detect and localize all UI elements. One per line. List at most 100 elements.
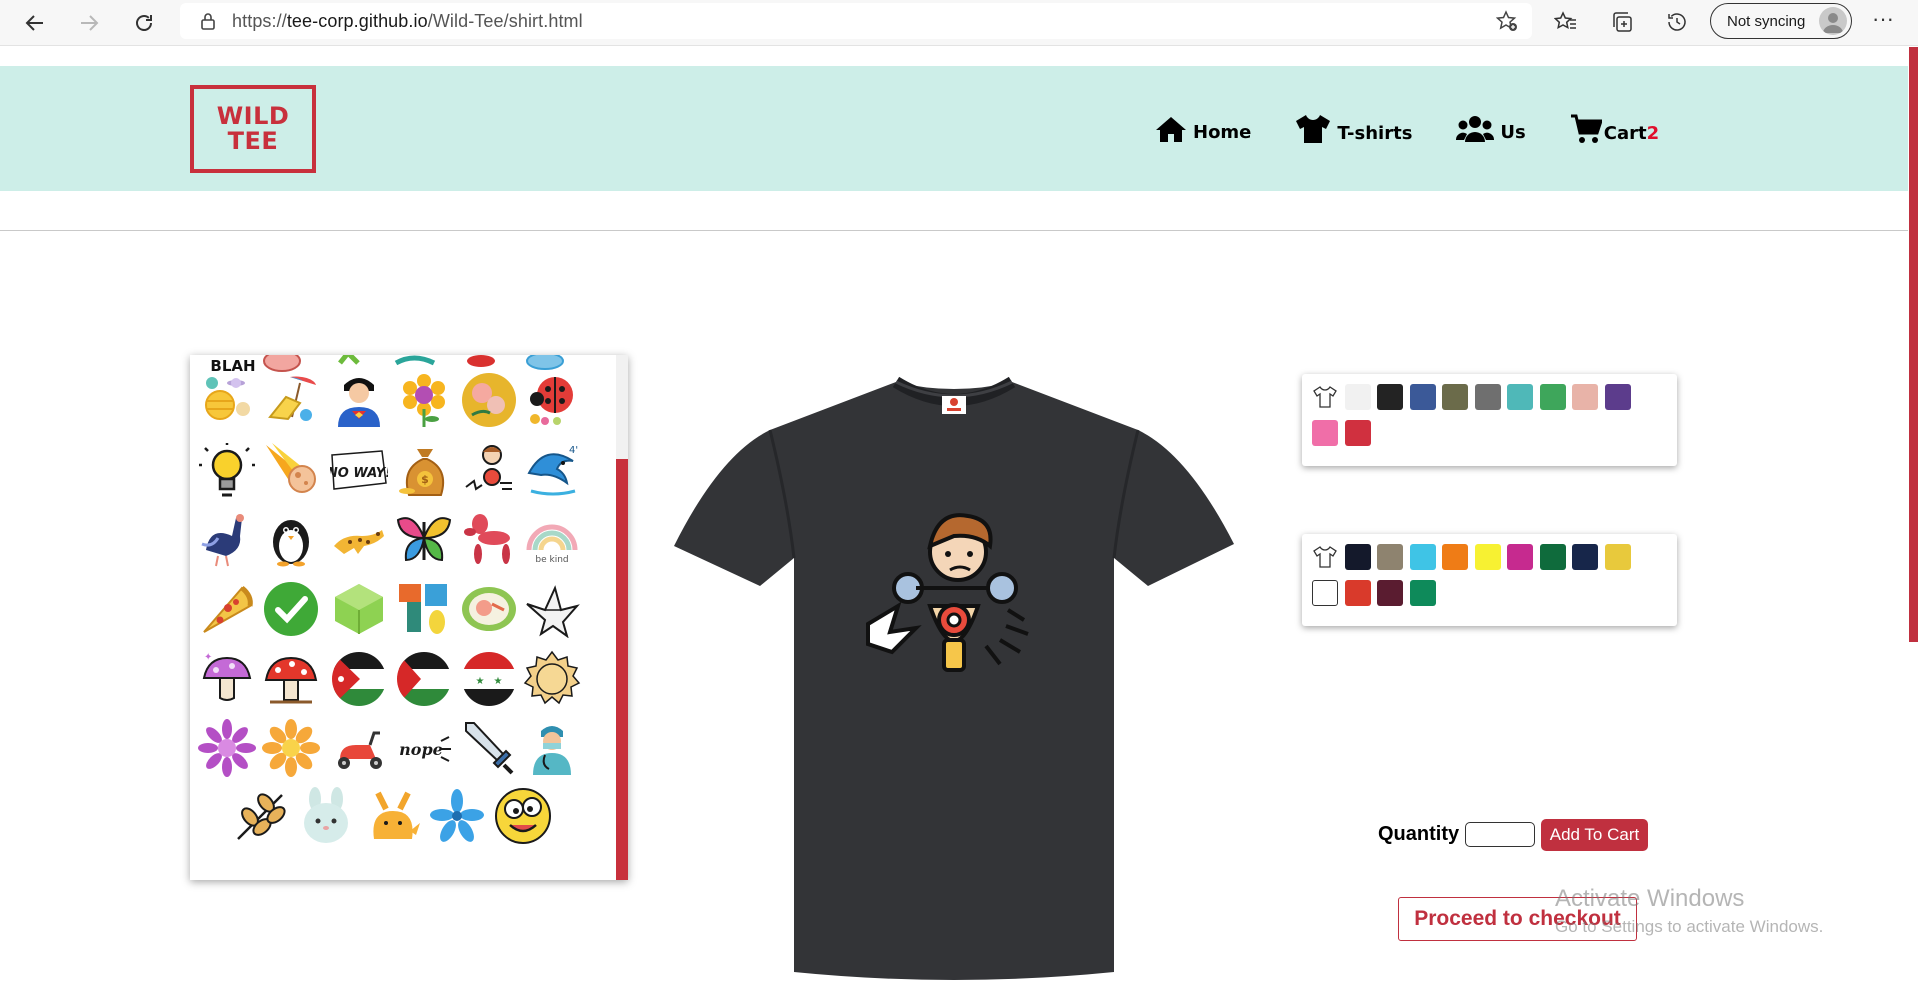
shirt-color-swatch[interactable] <box>1507 384 1533 410</box>
print-color-swatch[interactable] <box>1507 544 1533 570</box>
sticker-leopard[interactable] <box>330 510 388 568</box>
svg-text:4': 4' <box>569 445 578 456</box>
print-color-swatch-white[interactable] <box>1312 580 1338 606</box>
sticker-no-way[interactable]: NO WAY! <box>330 441 388 499</box>
sticker-planets[interactable] <box>198 371 256 429</box>
print-color-swatch-white-icon[interactable] <box>1312 544 1338 570</box>
refresh-icon <box>136 15 152 31</box>
sticker-balloon-dog[interactable] <box>460 510 518 568</box>
sticker-beach-chair[interactable] <box>262 371 320 429</box>
sticker-goofy-face[interactable] <box>494 787 552 845</box>
sticker-red-scooter[interactable] <box>330 719 388 777</box>
sticker-red-mushroom[interactable] <box>262 650 320 708</box>
print-color-swatch[interactable] <box>1377 544 1403 570</box>
quantity-label: Quantity <box>1378 823 1460 845</box>
print-color-swatch[interactable] <box>1442 544 1468 570</box>
shirt-color-swatch-white-icon[interactable] <box>1312 384 1338 410</box>
nav-tshirts[interactable]: T-shirts <box>1295 114 1412 144</box>
sticker-palestine-flag[interactable] <box>395 650 453 708</box>
back-button[interactable] <box>18 6 52 40</box>
print-color-swatch[interactable] <box>1409 544 1436 570</box>
sticker-checkmark[interactable] <box>262 580 320 638</box>
svg-text:★: ★ <box>494 676 503 687</box>
shirt-color-swatch[interactable] <box>1442 384 1468 410</box>
sticker-sword[interactable] <box>460 719 518 777</box>
add-to-cart-button[interactable]: Add To Cart <box>1541 819 1648 851</box>
sticker-branch[interactable] <box>232 787 290 845</box>
nav-us[interactable]: Us <box>1456 115 1526 143</box>
sticker-ostrich[interactable] <box>198 510 256 568</box>
nav-tshirts-label: T-shirts <box>1337 123 1413 144</box>
print-color-swatch[interactable] <box>1344 544 1371 570</box>
history-icon[interactable] <box>1663 8 1691 36</box>
sticker-sunny-egg[interactable] <box>460 580 518 638</box>
print-color-swatch[interactable] <box>1377 580 1403 606</box>
print-color-swatch[interactable] <box>1572 544 1598 570</box>
print-color-panel <box>1302 534 1677 626</box>
sticker-butterfly[interactable] <box>395 510 453 568</box>
collections-icon[interactable] <box>1608 8 1636 36</box>
sticker-rainbow[interactable]: be kind <box>523 510 581 568</box>
favorites-icon[interactable] <box>1552 8 1580 36</box>
shirt-color-swatch[interactable] <box>1409 384 1436 410</box>
sticker-dolphin[interactable]: 4' <box>523 441 581 499</box>
sticker-origami-crane[interactable] <box>523 580 581 638</box>
more-options-icon[interactable]: ··· <box>1868 8 1898 38</box>
profile-sync-button[interactable]: Not syncing <box>1710 3 1852 39</box>
logo-line2: TEE <box>227 127 279 155</box>
address-bar[interactable]: https://tee-corp.github.io/Wild-Tee/shir… <box>180 3 1532 39</box>
shirt-color-swatch[interactable] <box>1474 384 1501 410</box>
add-favorite-icon[interactable] <box>1495 10 1518 32</box>
nav-home[interactable]: Home <box>1155 115 1251 143</box>
print-color-swatch[interactable] <box>1409 580 1436 606</box>
sticker-scooter-kid[interactable] <box>460 441 518 499</box>
sticker-sun-badge[interactable] <box>523 650 581 708</box>
sticker-jordan-flag[interactable] <box>330 650 388 708</box>
shirt-color-swatch[interactable] <box>1377 384 1403 410</box>
sticker-flower-badge[interactable] <box>460 371 518 429</box>
sticker-green-cube[interactable] <box>330 580 388 638</box>
shirt-color-swatch[interactable] <box>1539 384 1566 410</box>
shirt-color-swatch[interactable] <box>1604 384 1631 410</box>
print-color-swatch[interactable] <box>1539 544 1566 570</box>
sticker-nope[interactable]: nope <box>395 719 453 777</box>
sticker-purple-mushroom[interactable]: ✦ <box>198 650 256 708</box>
url-path: /Wild-Tee/shirt.html <box>427 10 583 31</box>
sticker-penguin[interactable] <box>262 510 320 568</box>
print-color-swatch[interactable] <box>1344 580 1371 606</box>
page-scrollbar[interactable] <box>1909 47 1918 642</box>
shirt-color-swatch[interactable] <box>1344 420 1371 446</box>
sticker-doctor[interactable] <box>523 719 581 777</box>
sticker-bunny[interactable] <box>297 787 355 845</box>
forward-button[interactable] <box>72 6 106 40</box>
sticker-money-bag[interactable]: $ <box>395 441 453 499</box>
print-color-swatch[interactable] <box>1474 544 1501 570</box>
url-host: tee-corp.github.io <box>286 10 428 31</box>
sticker-pikachu-fox[interactable] <box>364 787 422 845</box>
sticker-abstract-shapes[interactable] <box>395 580 453 638</box>
shirt-color-swatch[interactable] <box>1344 384 1371 410</box>
sticker-panel[interactable]: BLAH NO WAY! $ 4' be kind ✦ ★ ★ nope <box>190 355 628 880</box>
sync-status-label: Not syncing <box>1727 12 1806 30</box>
shirt-color-swatch[interactable] <box>1312 420 1338 446</box>
sticker-panel-scrollbar-thumb[interactable] <box>616 459 628 880</box>
sticker-blue-splash[interactable] <box>428 787 486 845</box>
sticker-pizza[interactable] <box>198 580 256 638</box>
nav-cart[interactable]: Cart 2 <box>1570 114 1659 144</box>
shirt-color-swatch[interactable] <box>1572 384 1598 410</box>
sticker-sunflower[interactable] <box>395 371 453 429</box>
sticker-meteor[interactable] <box>262 441 320 499</box>
sticker-lightbulb[interactable] <box>198 441 256 499</box>
wild-tee-logo[interactable]: WILD TEE <box>190 85 316 173</box>
sticker-nope-text: nope <box>399 740 443 759</box>
sticker-ladybug[interactable] <box>523 371 581 429</box>
sticker-superman[interactable] <box>330 371 388 429</box>
sticker-syria-flag[interactable]: ★ ★ <box>460 650 518 708</box>
refresh-button[interactable] <box>127 6 161 40</box>
quantity-input[interactable] <box>1465 822 1535 847</box>
print-color-swatch[interactable] <box>1604 544 1631 570</box>
sticker-be-kind-text: be kind <box>535 555 568 565</box>
sticker-purple-flower[interactable] <box>198 719 256 777</box>
page: WILD TEE Home T-shirts Us Cart 2 BLAH NO… <box>0 47 1918 987</box>
sticker-orange-flower[interactable] <box>262 719 320 777</box>
